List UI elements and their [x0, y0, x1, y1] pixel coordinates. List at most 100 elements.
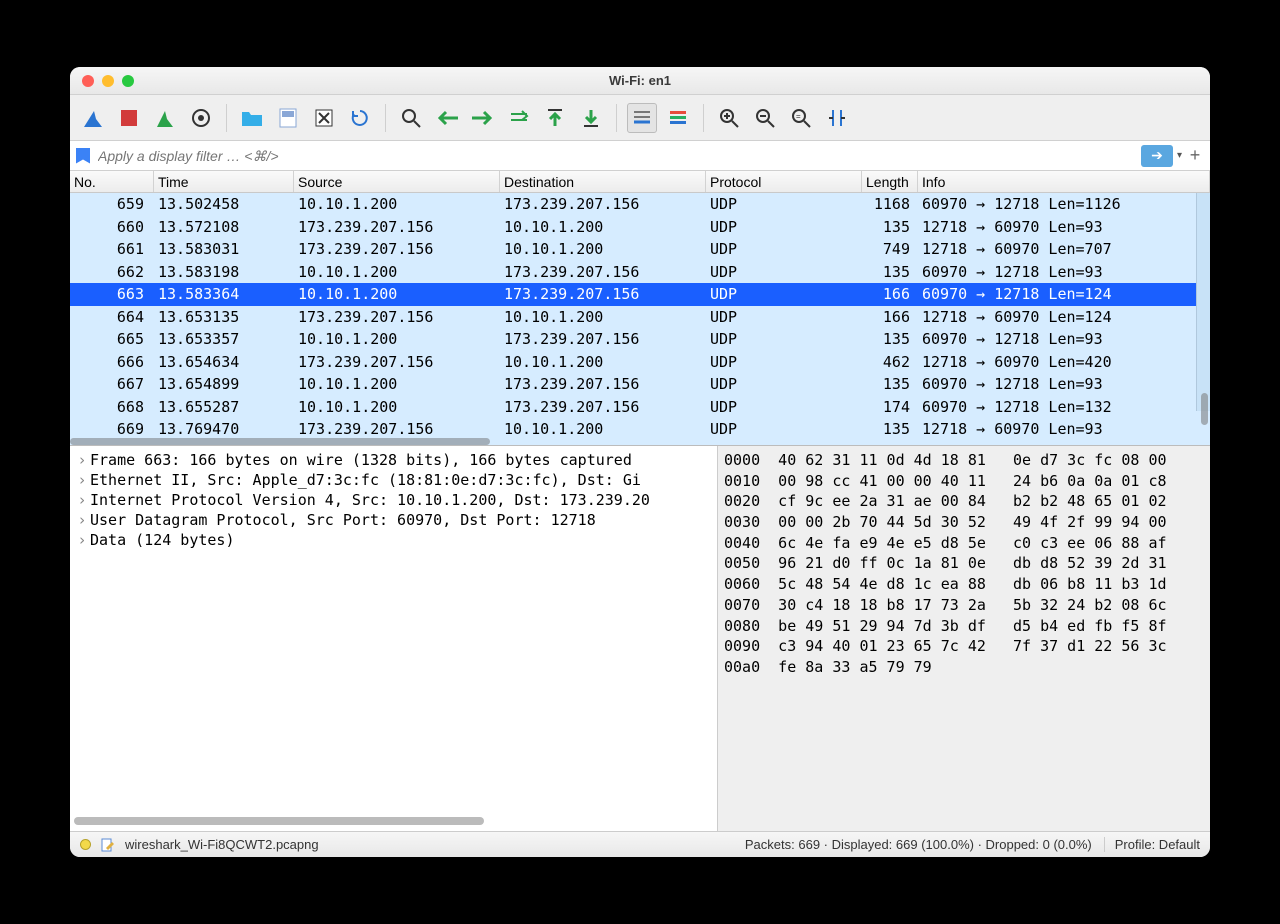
add-filter-button[interactable]: + — [1186, 145, 1204, 166]
cell-time: 13.572108 — [154, 218, 294, 236]
cell-len: 749 — [862, 240, 918, 258]
close-icon — [314, 108, 334, 128]
column-time[interactable]: Time — [154, 171, 294, 192]
expert-info-button[interactable] — [80, 839, 91, 850]
column-source[interactable]: Source — [294, 171, 500, 192]
cell-info: 12718 → 60970 Len=93 — [918, 420, 1210, 438]
cell-proto: UDP — [706, 240, 862, 258]
detail-tree-item[interactable]: ›Ethernet II, Src: Apple_d7:3c:fc (18:81… — [70, 470, 717, 490]
column-protocol[interactable]: Protocol — [706, 171, 862, 192]
cell-no: 663 — [70, 285, 154, 303]
cell-info: 60970 → 12718 Len=1126 — [918, 195, 1210, 213]
detail-tree-item[interactable]: ›Internet Protocol Version 4, Src: 10.10… — [70, 490, 717, 510]
cell-proto: UDP — [706, 308, 862, 326]
capture-options-button[interactable] — [186, 103, 216, 133]
capture-file-properties-button[interactable] — [101, 838, 115, 852]
go-forward-button[interactable] — [468, 103, 498, 133]
packet-list-vscrollbar[interactable] — [1201, 393, 1208, 425]
go-first-button[interactable] — [540, 103, 570, 133]
cell-time: 13.583031 — [154, 240, 294, 258]
cell-no: 661 — [70, 240, 154, 258]
chevron-right-icon: › — [74, 531, 90, 549]
cell-len: 135 — [862, 218, 918, 236]
resize-columns-button[interactable] — [822, 103, 852, 133]
cell-no: 668 — [70, 398, 154, 416]
cell-no: 666 — [70, 353, 154, 371]
titlebar: Wi-Fi: en1 — [70, 67, 1210, 95]
detail-tree-item[interactable]: ›User Datagram Protocol, Src Port: 60970… — [70, 510, 717, 530]
cell-no: 667 — [70, 375, 154, 393]
packet-row[interactable]: 66813.65528710.10.1.200173.239.207.156UD… — [70, 396, 1210, 419]
cell-no: 665 — [70, 330, 154, 348]
restart-capture-button[interactable] — [150, 103, 180, 133]
apply-filter-button[interactable]: ➔ — [1141, 145, 1173, 167]
details-hscrollbar[interactable] — [74, 817, 484, 825]
zoom-out-button[interactable] — [750, 103, 780, 133]
detail-tree-item[interactable]: ›Data (124 bytes) — [70, 530, 717, 550]
packet-row[interactable]: 66113.583031173.239.207.15610.10.1.200UD… — [70, 238, 1210, 261]
bookmark-icon[interactable] — [76, 148, 90, 164]
column-no[interactable]: No. — [70, 171, 154, 192]
filter-history-dropdown[interactable]: ▾ — [1177, 150, 1182, 161]
find-packet-button[interactable] — [396, 103, 426, 133]
packet-details-pane[interactable]: ›Frame 663: 166 bytes on wire (1328 bits… — [70, 446, 718, 831]
chevron-right-icon: › — [74, 491, 90, 509]
go-last-button[interactable] — [576, 103, 606, 133]
chevron-right-icon: › — [74, 471, 90, 489]
packet-row[interactable]: 66013.572108173.239.207.15610.10.1.200UD… — [70, 216, 1210, 239]
save-file-button[interactable] — [273, 103, 303, 133]
packet-list-hscrollbar[interactable] — [70, 438, 490, 445]
main-toolbar: = — [70, 95, 1210, 141]
cell-no: 664 — [70, 308, 154, 326]
arrow-right-icon — [472, 110, 494, 126]
packet-row[interactable]: 66213.58319810.10.1.200173.239.207.156UD… — [70, 261, 1210, 284]
start-capture-button[interactable] — [78, 103, 108, 133]
cell-time: 13.654634 — [154, 353, 294, 371]
column-destination[interactable]: Destination — [500, 171, 706, 192]
search-icon — [401, 108, 421, 128]
packet-row[interactable]: 66413.653135173.239.207.15610.10.1.200UD… — [70, 306, 1210, 329]
cell-time: 13.655287 — [154, 398, 294, 416]
cell-proto: UDP — [706, 195, 862, 213]
autoscroll-button[interactable] — [627, 103, 657, 133]
reload-button[interactable] — [345, 103, 375, 133]
cell-src: 173.239.207.156 — [294, 420, 500, 438]
stop-icon — [120, 109, 138, 127]
cell-info: 60970 → 12718 Len=132 — [918, 398, 1210, 416]
cell-info: 12718 → 60970 Len=420 — [918, 353, 1210, 371]
cell-time: 13.502458 — [154, 195, 294, 213]
cell-len: 166 — [862, 308, 918, 326]
packet-row[interactable]: 66513.65335710.10.1.200173.239.207.156UD… — [70, 328, 1210, 351]
cell-time: 13.769470 — [154, 420, 294, 438]
packet-list[interactable]: 65913.50245810.10.1.200173.239.207.156UD… — [70, 193, 1210, 445]
profile-label[interactable]: Profile: Default — [1104, 837, 1200, 852]
column-length[interactable]: Length — [862, 171, 918, 192]
cell-src: 10.10.1.200 — [294, 263, 500, 281]
go-back-button[interactable] — [432, 103, 462, 133]
packet-row[interactable]: 65913.50245810.10.1.200173.239.207.156UD… — [70, 193, 1210, 216]
zoom-in-button[interactable] — [714, 103, 744, 133]
jump-icon — [508, 108, 530, 128]
stop-capture-button[interactable] — [114, 103, 144, 133]
cell-proto: UDP — [706, 285, 862, 303]
zoom-reset-icon: = — [791, 108, 811, 128]
cell-src: 173.239.207.156 — [294, 308, 500, 326]
colorize-button[interactable] — [663, 103, 693, 133]
column-info[interactable]: Info — [918, 171, 1210, 192]
close-file-button[interactable] — [309, 103, 339, 133]
cell-dst: 10.10.1.200 — [500, 420, 706, 438]
detail-tree-item[interactable]: ›Frame 663: 166 bytes on wire (1328 bits… — [70, 450, 717, 470]
open-file-button[interactable] — [237, 103, 267, 133]
display-filter-input[interactable] — [94, 144, 1137, 168]
packet-row[interactable]: 66313.58336410.10.1.200173.239.207.156UD… — [70, 283, 1210, 306]
packet-row[interactable]: 66613.654634173.239.207.15610.10.1.200UD… — [70, 351, 1210, 374]
packet-bytes-pane[interactable]: 0000 40 62 31 11 0d 4d 18 81 0e d7 3c fc… — [718, 446, 1210, 831]
packet-row[interactable]: 66713.65489910.10.1.200173.239.207.156UD… — [70, 373, 1210, 396]
autoscroll-icon — [632, 109, 652, 127]
arrow-up-bar-icon — [546, 108, 564, 128]
cell-time: 13.583198 — [154, 263, 294, 281]
zoom-reset-button[interactable]: = — [786, 103, 816, 133]
go-to-packet-button[interactable] — [504, 103, 534, 133]
cell-no: 669 — [70, 420, 154, 438]
packet-minimap[interactable] — [1196, 193, 1210, 411]
